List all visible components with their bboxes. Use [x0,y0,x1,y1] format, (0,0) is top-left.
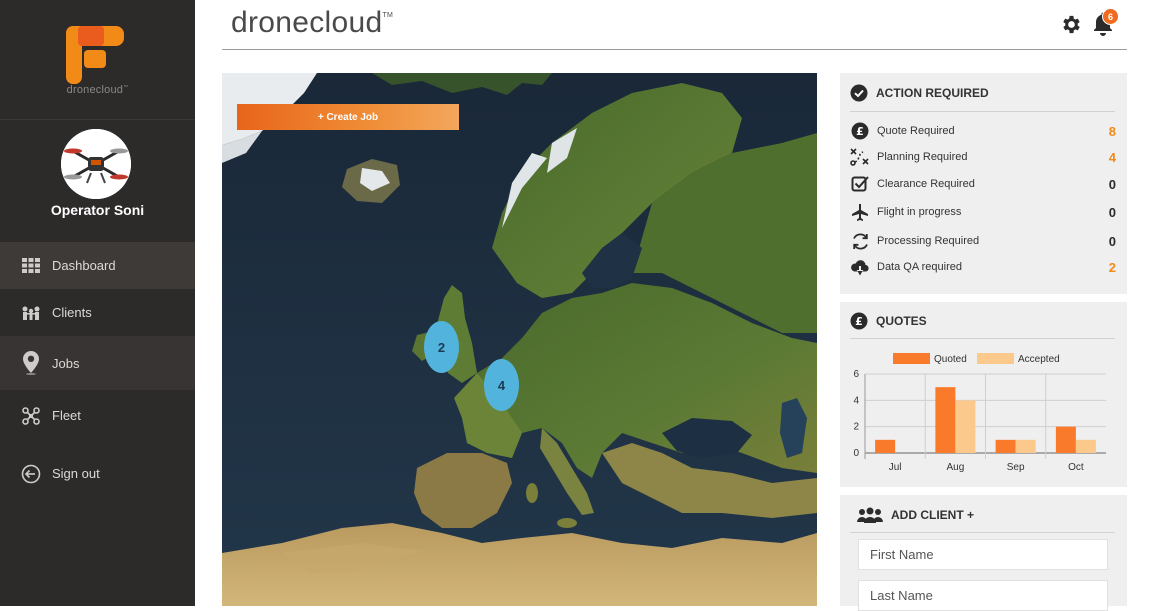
map-cluster-marker[interactable]: 4 [484,359,519,411]
chart-x-tick-label: Jul [889,462,902,473]
action-label: Flight in progress [877,206,962,218]
sidebar-item-label: Fleet [52,408,81,423]
panel-divider [850,532,1115,533]
user-profile: Operator Soni [0,120,195,242]
action-count: 0 [1108,204,1116,220]
action-row-data-qa[interactable]: Data QA required 2 [850,257,1116,277]
sidebar-item-jobs[interactable]: Jobs [0,336,195,390]
action-count: 0 [1108,233,1116,249]
create-job-button[interactable]: + Create Job [237,104,459,130]
chart-y-tick-label: 2 [853,422,859,433]
action-count: 4 [1108,149,1116,165]
action-required-panel: ACTION REQUIRED £ Quote Required 8 Plann… [840,73,1127,294]
clients-icon [21,303,41,323]
action-label: Processing Required [877,235,980,247]
action-count: 0 [1108,176,1116,192]
profile-name: Operator Soni [50,202,145,218]
chart-legend-swatch [977,353,1014,364]
panel-title[interactable]: ADD CLIENT + [857,506,974,524]
chart-bar [1055,426,1076,453]
dronecloud-logo-icon [66,26,124,84]
action-label: Quote Required [877,125,955,137]
sidebar-item-label: Jobs [52,355,80,371]
chart-bar [1075,439,1096,453]
chart-y-tick-label: 4 [853,395,859,406]
sidebar-item-fleet[interactable]: Fleet [0,392,195,439]
sidebar: dronecloud™ Operator Soni Dashboard Clie… [0,0,195,606]
sidebar-item-clients[interactable]: Clients [0,289,195,336]
plane-icon [850,202,870,222]
panel-title: ACTION REQUIRED [850,84,989,102]
action-count: 2 [1108,259,1116,275]
last-name-field[interactable]: Last Name [858,580,1108,611]
sidebar-item-label: Clients [52,305,92,320]
action-row-processing[interactable]: Processing Required 0 [850,231,1116,251]
svg-text:£: £ [856,125,864,138]
chart-y-tick-label: 0 [853,448,859,459]
settings-gear-icon[interactable] [1060,13,1083,36]
check-square-icon [850,174,870,194]
quotes-panel: £ QUOTES 0 2 4 6 Jul Aug Sep Oct Quoted Accepted [840,302,1127,487]
sidebar-logo[interactable]: dronecloud™ [0,0,195,120]
chart-bar [955,400,976,453]
first-name-field[interactable]: First Name [858,539,1108,570]
chart-legend-label: Quoted [934,354,967,365]
action-row-quote[interactable]: £ Quote Required 8 [850,121,1116,141]
avatar[interactable] [61,129,131,199]
panel-divider [850,111,1115,112]
check-circle-icon [850,84,868,102]
drone-icon [21,406,41,426]
notification-count-badge: 6 [1102,8,1119,25]
chart-y-tick-label: 6 [853,369,859,380]
action-count: 8 [1108,123,1116,139]
action-row-flight[interactable]: Flight in progress 0 [850,202,1116,222]
europe-satellite-map [222,73,817,606]
users-icon [857,506,883,524]
cloud-download-icon [850,257,870,277]
map-cluster-marker[interactable]: 2 [424,321,459,373]
action-row-planning[interactable]: Planning Required 4 [850,147,1116,167]
chart-bar [995,439,1016,453]
sidebar-item-label: Dashboard [52,258,116,273]
action-label: Planning Required [877,151,968,163]
drone-avatar-icon [61,129,131,199]
chart-x-tick-label: Sep [1007,462,1025,473]
action-row-clearance[interactable]: Clearance Required 0 [850,174,1116,194]
sign-out-icon [21,464,41,484]
refresh-icon [850,231,870,251]
chart-x-tick-label: Aug [946,462,964,473]
action-label: Clearance Required [877,178,975,190]
pound-icon: £ [850,121,870,141]
jobs-map[interactable] [222,73,817,606]
action-label: Data QA required [877,261,962,273]
chart-bar [875,439,896,453]
chart-bar [1015,439,1036,453]
logo-text: dronecloud™ [66,84,129,96]
route-icon [850,147,870,167]
brand-title: dronecloudTM [231,6,394,39]
map-pin-icon [21,351,41,375]
quotes-bar-chart: 0 2 4 6 Jul Aug Sep Oct Quoted Accepted [853,353,1106,473]
chart-x-tick-label: Oct [1068,462,1084,473]
sidebar-item-sign-out[interactable]: Sign out [0,450,195,497]
chart-legend-swatch [893,353,930,364]
grid-icon [21,256,41,276]
chart-legend-label: Accepted [1018,354,1060,365]
sidebar-item-label: Sign out [52,466,100,481]
chart-bar [935,387,956,453]
header-divider [222,49,1127,50]
sidebar-item-dashboard[interactable]: Dashboard [0,242,195,289]
